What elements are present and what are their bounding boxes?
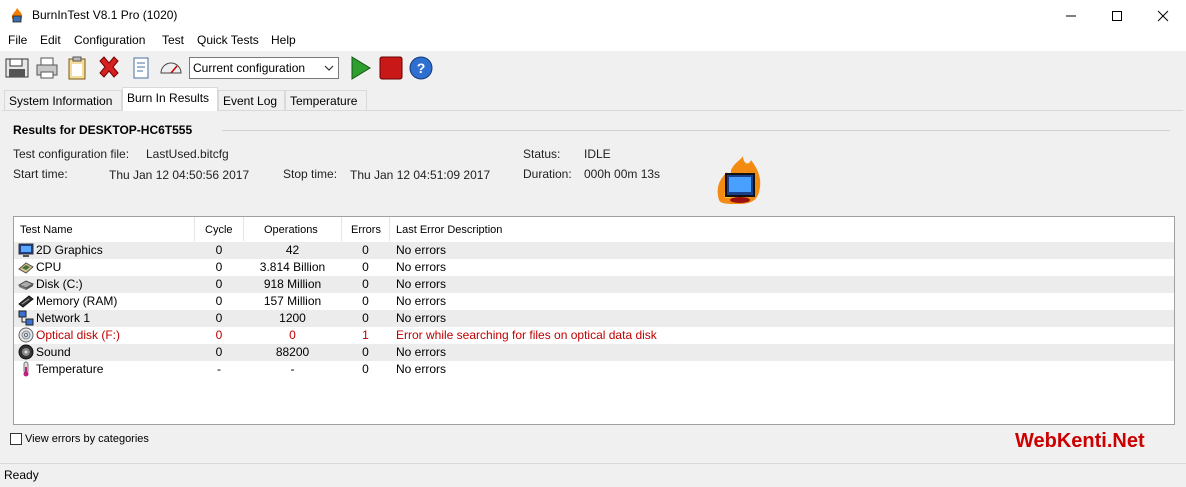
duration-value: 000h 00m 13s [584,167,661,181]
start-time-label: Start time: [13,167,68,181]
column-header-last-error[interactable]: Last Error Description [396,224,502,236]
minimize-icon [1066,15,1076,17]
stop-time-value: Thu Jan 12 04:51:09 2017 [350,168,491,182]
table-row[interactable]: Network 1 0 1200 0 No errors [14,310,1174,327]
column-header-cycle[interactable]: Cycle [205,224,233,236]
stop-time-label: Stop time: [283,167,338,181]
table-row[interactable]: Sound 0 88200 0 No errors [14,344,1174,361]
tab-system-information[interactable]: System Information [4,90,122,110]
save-icon[interactable] [4,55,30,81]
toolbar: ? [0,51,1186,87]
table-row[interactable]: 2D Graphics 0 42 0 No errors [14,242,1174,259]
config-file-value: LastUsed.bitcfg [146,147,229,161]
heading-divider [222,130,1170,131]
monitor-icon [18,243,34,257]
tab-temperature[interactable]: Temperature [285,90,367,110]
table-row[interactable]: CPU 0 3.814 Billion 0 No errors [14,259,1174,276]
chevron-down-icon [324,65,334,71]
column-header-errors[interactable]: Errors [351,224,381,236]
table-header: Test Name Cycle Operations Errors Last E… [14,217,1174,241]
svg-text:?: ? [417,60,426,76]
thermometer-icon [23,361,29,377]
menu-help[interactable]: Help [271,33,296,47]
speaker-icon [18,344,34,360]
start-time-value: Thu Jan 12 04:50:56 2017 [109,168,250,182]
table-row-error[interactable]: Optical disk (F:) 0 0 1 Error while sear… [14,327,1174,344]
duration-label: Duration: [523,167,572,181]
start-test-icon[interactable] [347,55,373,81]
burning-monitor-icon [713,156,765,206]
close-button[interactable] [1140,0,1186,31]
duty-cycle-gauge-icon[interactable] [158,55,184,81]
tab-strip: System Information Burn In Results Event… [0,87,1186,111]
menu-file[interactable]: File [8,33,27,47]
config-file-label: Test configuration file: [13,147,130,161]
menu-bar: File Edit Configuration Test Quick Tests… [0,31,1186,51]
clear-results-icon[interactable] [96,55,122,81]
printer-icon[interactable] [34,55,60,81]
view-errors-by-categories-checkbox[interactable] [10,433,22,445]
test-preferences-icon[interactable] [128,55,154,81]
status-value: IDLE [584,147,611,161]
status-label: Status: [523,147,561,161]
view-errors-by-categories-label[interactable]: View errors by categories [25,433,149,445]
status-bar: Ready [0,463,1186,487]
title-bar: BurnInTest V8.1 Pro (1020) [0,0,1186,32]
results-table: Test Name Cycle Operations Errors Last E… [13,216,1175,425]
disk-icon [18,280,34,290]
menu-configuration[interactable]: Configuration [74,33,145,47]
configuration-select-value: Current configuration [193,61,306,75]
column-header-operations[interactable]: Operations [264,224,318,236]
watermark-text: WebKenti.Net [1015,430,1145,452]
tab-event-log[interactable]: Event Log [218,90,285,110]
network-icon [18,310,34,326]
cpu-icon [18,262,34,274]
table-row[interactable]: Disk (C:) 0 918 Million 0 No errors [14,276,1174,293]
help-icon[interactable]: ? [408,55,434,81]
menu-quick-tests[interactable]: Quick Tests [197,33,259,47]
status-text: Ready [4,468,39,482]
burnintest-app-icon [8,7,26,25]
table-row[interactable]: Memory (RAM) 0 157 Million 0 No errors [14,293,1174,310]
clipboard-icon[interactable] [64,55,90,81]
window-title: BurnInTest V8.1 Pro (1020) [32,8,178,22]
memory-icon [18,295,34,308]
maximize-button[interactable] [1094,0,1140,31]
maximize-icon [1112,11,1122,21]
optical-disk-icon [18,327,34,343]
menu-edit[interactable]: Edit [40,33,61,47]
tab-burn-in-results[interactable]: Burn In Results [122,87,218,111]
results-heading: Results for DESKTOP-HC6T555 [13,123,193,137]
column-header-test-name[interactable]: Test Name [20,224,73,236]
table-row[interactable]: Temperature - - 0 No errors [14,361,1174,378]
configuration-select[interactable]: Current configuration [189,57,339,79]
menu-test[interactable]: Test [162,33,184,47]
stop-test-icon[interactable] [378,55,404,81]
minimize-button[interactable] [1048,0,1094,31]
close-icon [1157,10,1169,22]
